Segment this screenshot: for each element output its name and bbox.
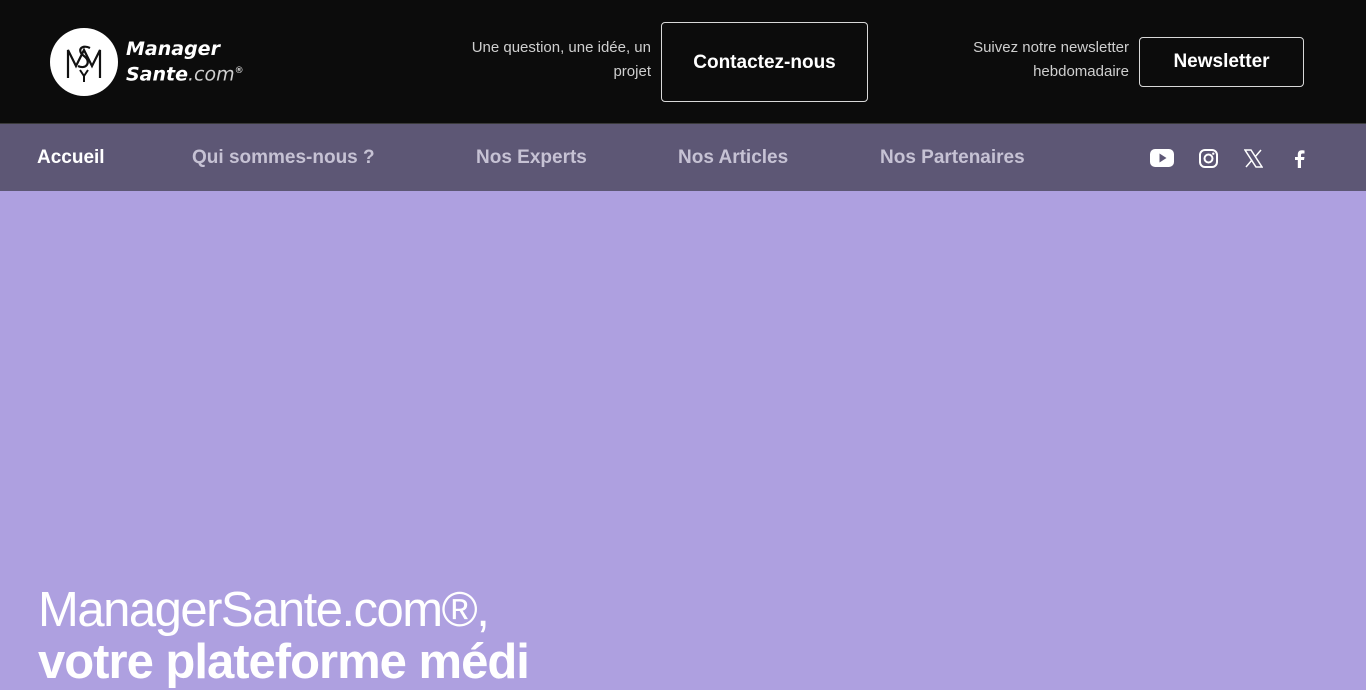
logo-word-manager: Manager: [126, 38, 220, 61]
logo-word-com: .com: [188, 63, 235, 86]
youtube-icon[interactable]: [1148, 144, 1176, 172]
nav-item-nos-articles[interactable]: Nos Articles: [678, 124, 788, 191]
instagram-icon[interactable]: [1194, 144, 1222, 172]
facebook-icon[interactable]: [1285, 144, 1313, 172]
hero-title: ManagerSante.com®,: [38, 583, 490, 637]
logo-monogram-icon: [50, 28, 118, 96]
nav-item-qui-sommes-nous[interactable]: Qui sommes-nous ?: [192, 124, 375, 191]
nav-item-accueil[interactable]: Accueil: [37, 124, 105, 191]
nav-item-nos-partenaires[interactable]: Nos Partenaires: [880, 124, 1025, 191]
logo-word-sante: Sante: [126, 63, 189, 86]
top-header: Manager Sante.com® Une question, une idé…: [0, 0, 1366, 124]
nav-item-nos-experts[interactable]: Nos Experts: [476, 124, 587, 191]
x-icon[interactable]: [1239, 144, 1267, 172]
newsletter-button[interactable]: Newsletter: [1139, 37, 1304, 87]
hero-subtitle: votre plateforme médi: [38, 635, 530, 689]
logo-wordmark: Manager Sante.com®: [126, 38, 244, 85]
contact-prompt: Une question, une idée, un projet: [471, 39, 651, 80]
logo-registered-mark: ®: [234, 66, 244, 77]
contact-button[interactable]: Contactez-nous: [661, 22, 868, 102]
newsletter-prompt: Suivez notre newsletter hebdomadaire: [973, 39, 1129, 80]
site-logo[interactable]: Manager Sante.com®: [50, 28, 244, 96]
